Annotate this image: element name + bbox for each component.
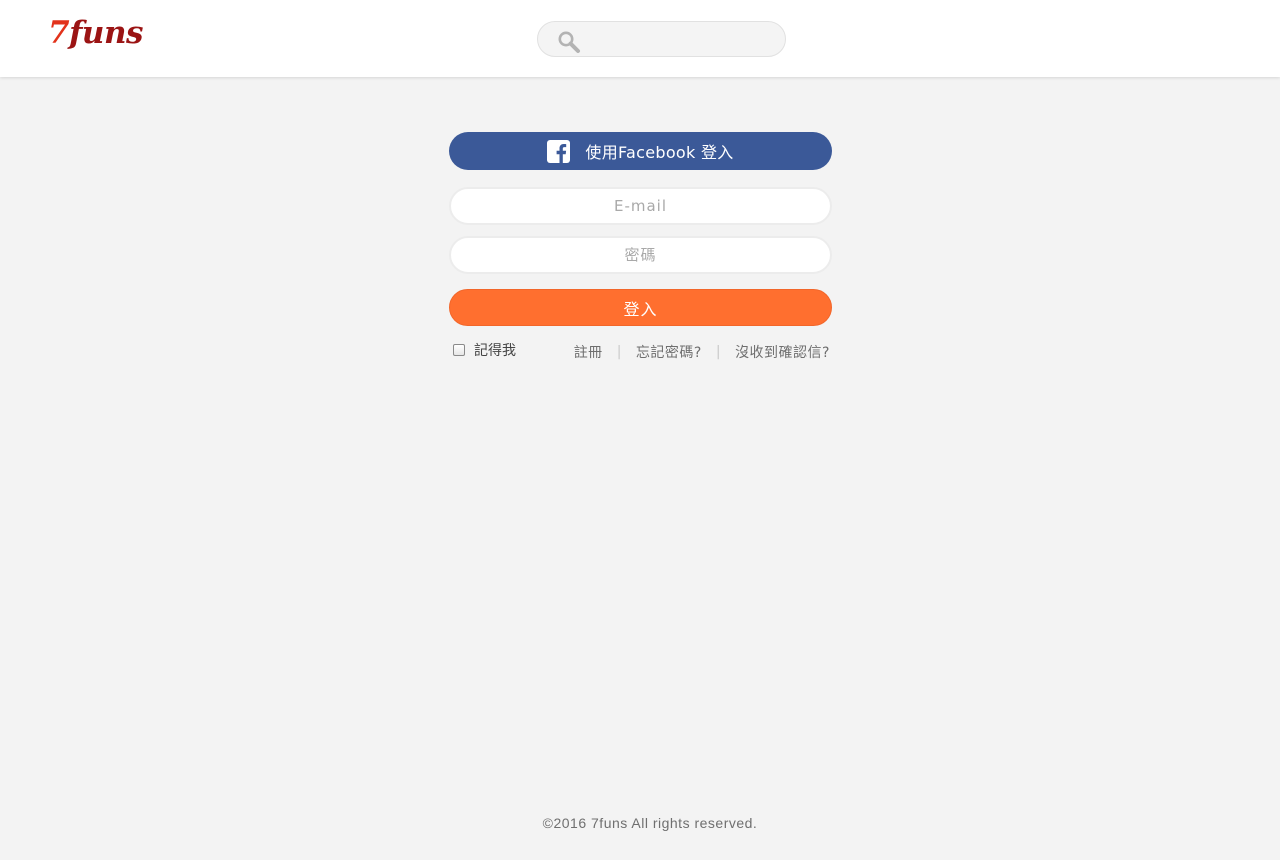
logo-funs: funs — [69, 15, 143, 51]
search-input[interactable] — [586, 26, 780, 54]
remember-me-checkbox[interactable] — [453, 344, 465, 356]
password-field[interactable] — [449, 236, 832, 274]
account-links: 註冊 | 忘記密碼? | 沒收到確認信? — [574, 342, 830, 362]
facebook-login-button[interactable]: 使用Facebook 登入 — [449, 132, 832, 170]
footer-copyright: ©2016 7funs All rights reserved. — [542, 815, 758, 831]
email-field[interactable] — [449, 187, 832, 225]
link-separator: | — [616, 344, 622, 360]
register-link[interactable]: 註冊 — [574, 342, 603, 362]
site-header: 7funs — [0, 0, 1280, 77]
facebook-icon — [547, 139, 571, 163]
remember-me[interactable]: 記得我 — [453, 340, 516, 360]
login-button-label: 登入 — [623, 299, 658, 319]
resend-confirmation-link[interactable]: 沒收到確認信? — [735, 342, 830, 362]
site-logo[interactable]: 7funs — [48, 13, 143, 53]
forgot-password-link[interactable]: 忘記密碼? — [636, 342, 702, 362]
login-button[interactable]: 登入 — [449, 289, 832, 326]
search-box[interactable] — [537, 21, 786, 57]
search-icon[interactable] — [557, 30, 581, 54]
remember-me-label[interactable]: 記得我 — [474, 340, 516, 360]
logo-seven: 7 — [48, 15, 70, 51]
facebook-login-label: 使用Facebook 登入 — [585, 143, 734, 162]
link-separator: | — [715, 344, 722, 360]
